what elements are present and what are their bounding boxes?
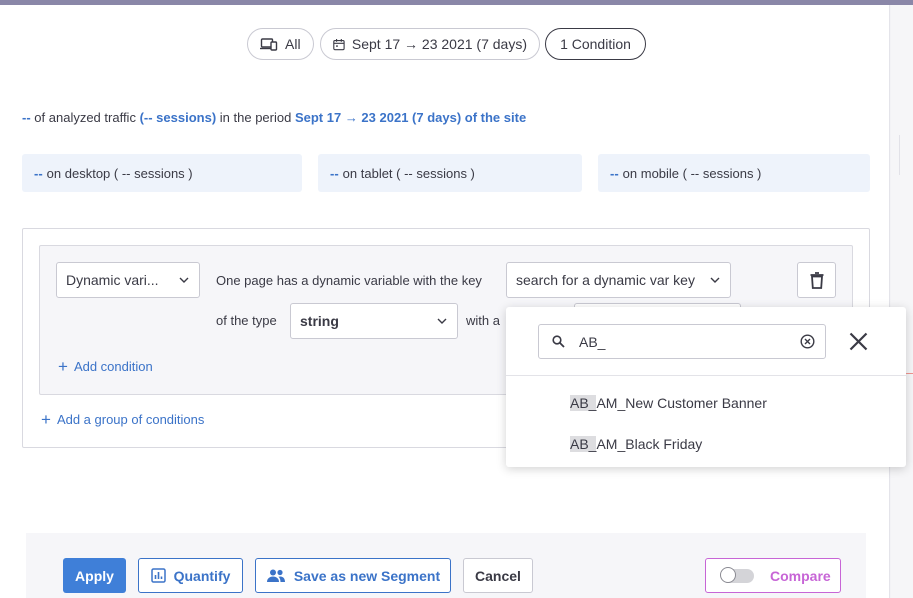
conditions-filter-label: 1 Condition	[560, 36, 631, 52]
desktop-label: on desktop ( -- sessions )	[46, 165, 193, 181]
condition-sentence: One page has a dynamic variable with the…	[216, 273, 482, 288]
add-group-link[interactable]: + Add a group of conditions	[41, 411, 204, 428]
tablet-label: on tablet ( -- sessions )	[342, 165, 475, 181]
dropdown-search-input[interactable]	[577, 332, 800, 351]
dynamic-key-placeholder: search for a dynamic var key	[516, 272, 695, 288]
search-icon	[552, 335, 565, 348]
save-segment-label: Save as new Segment	[293, 567, 441, 584]
device-filter-label: All	[285, 36, 301, 52]
compare-label: Compare	[770, 567, 831, 584]
cancel-button[interactable]: Cancel	[463, 558, 533, 593]
calendar-icon	[333, 38, 345, 50]
summary-text1: of analyzed traffic	[34, 110, 136, 125]
tablet-value: --	[330, 165, 339, 181]
toggle-switch-icon[interactable]	[720, 566, 754, 583]
option-rest: AM_Black Friday	[596, 436, 703, 452]
desktop-value: --	[34, 165, 43, 181]
trash-icon	[810, 271, 823, 289]
conditions-filter-pill[interactable]: 1 Condition	[545, 28, 646, 60]
quantify-button[interactable]: Quantify	[138, 558, 243, 593]
option-match-highlight: AB_	[570, 436, 597, 452]
close-icon	[849, 332, 867, 350]
dimension-select[interactable]: Dynamic vari...	[56, 262, 200, 298]
chart-icon	[150, 568, 166, 583]
mobile-label: on mobile ( -- sessions )	[622, 165, 762, 181]
summary-sessions: (-- sessions)	[139, 110, 217, 125]
dimension-select-value: Dynamic vari...	[66, 272, 159, 288]
desktop-stat-card: -- on desktop ( -- sessions )	[22, 154, 302, 192]
plus-icon: +	[41, 410, 51, 429]
option-rest: AM_New Customer Banner	[596, 395, 767, 411]
close-dropdown-button[interactable]	[846, 329, 870, 353]
with-label: with a	[466, 313, 500, 328]
background-page-edge	[891, 5, 913, 598]
type-select-value: string	[300, 313, 339, 329]
cancel-label: Cancel	[475, 567, 521, 584]
add-group-label: Add a group of conditions	[56, 412, 205, 427]
dynamic-key-select[interactable]: search for a dynamic var key	[506, 262, 731, 298]
tablet-stat-card: -- on tablet ( -- sessions )	[318, 154, 582, 192]
quantify-label: Quantify	[173, 567, 231, 584]
users-icon	[266, 569, 285, 582]
compare-toggle-button[interactable]: Compare	[705, 558, 841, 593]
delete-condition-button[interactable]	[797, 262, 836, 298]
summary-text2: in the period	[219, 110, 292, 125]
chevron-down-icon	[710, 277, 720, 283]
traffic-summary: -- of analyzed traffic (-- sessions) in …	[22, 110, 526, 125]
summary-period: Sept 17 → 23 2021 (7 days) of the site	[294, 110, 527, 125]
apply-button[interactable]: Apply	[63, 558, 126, 593]
dropdown-option[interactable]: AB_AM_Black Friday	[570, 436, 702, 452]
option-match-highlight: AB_	[570, 395, 597, 411]
dropdown-divider	[506, 375, 906, 376]
plus-icon: +	[58, 357, 68, 376]
mobile-value: --	[610, 165, 619, 181]
device-filter-pill[interactable]: All	[247, 28, 314, 60]
type-label: of the type	[216, 313, 277, 328]
chevron-down-icon	[437, 318, 447, 324]
apply-label: Apply	[75, 567, 114, 584]
dropdown-search-box	[538, 324, 826, 359]
summary-value: --	[22, 110, 31, 125]
type-select[interactable]: string	[290, 303, 458, 339]
devices-icon	[260, 38, 278, 51]
chevron-down-icon	[179, 277, 189, 283]
dropdown-option[interactable]: AB_AM_New Customer Banner	[570, 395, 767, 411]
period-filter-pill[interactable]: Sept 17 → 23 2021 (7 days)	[320, 28, 540, 60]
add-condition-label: Add condition	[73, 359, 153, 374]
mobile-stat-card: -- on mobile ( -- sessions )	[598, 154, 870, 192]
add-condition-link[interactable]: + Add condition	[58, 358, 153, 375]
period-filter-label: Sept 17 → 23 2021 (7 days)	[351, 36, 527, 52]
save-segment-button[interactable]: Save as new Segment	[255, 558, 451, 593]
dynamic-key-dropdown: AB_AM_New Customer Banner AB_AM_Black Fr…	[506, 307, 906, 467]
clear-search-icon[interactable]	[800, 334, 815, 349]
